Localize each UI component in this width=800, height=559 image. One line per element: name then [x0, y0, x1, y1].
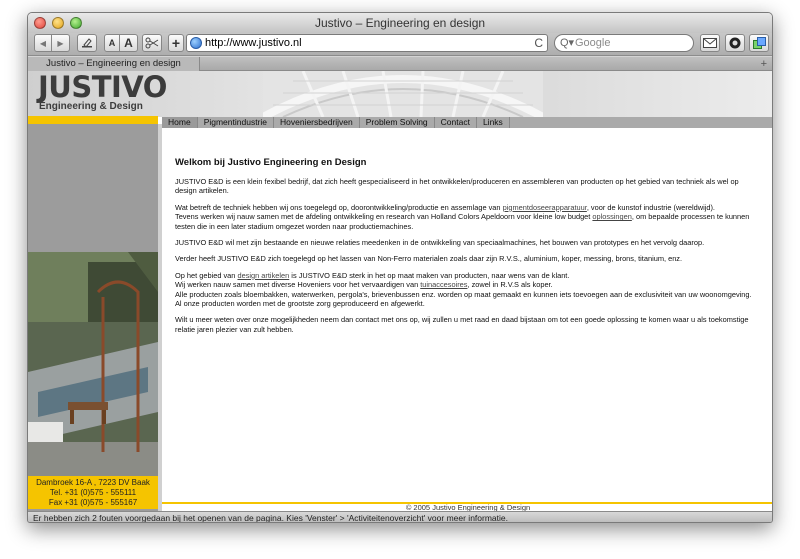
pages-button[interactable] — [749, 34, 769, 52]
oplossingen-link[interactable]: oplossingen — [592, 212, 631, 221]
address-street: Dambroek 16-A , 7223 DV Baak — [36, 478, 150, 487]
back-button[interactable]: ◀ — [34, 34, 52, 52]
techniek-paragraph: Wat betreft de techniek hebben wij ons t… — [175, 203, 762, 231]
techniek-text: Wat betreft de techniek hebben wij ons t… — [175, 202, 503, 212]
activity-button[interactable] — [725, 34, 745, 52]
browser-toolbar: ◀ ▶ A A + http://www.justivo.nl C Q▾ Goo… — [28, 33, 772, 56]
address-bar[interactable]: http://www.justivo.nl C — [186, 34, 548, 52]
edit-button[interactable] — [77, 34, 97, 52]
producten-text: Alle producten zoals bloembakken, waterw… — [175, 289, 752, 299]
address-fax: Fax +31 (0)575 - 555167 — [48, 498, 138, 507]
main-content: Welkom bij Justivo Engineering en Design… — [162, 128, 772, 511]
design-paragraph: Op het gebied van design artikelen is JU… — [175, 271, 762, 309]
main-nav: Home Pigmentindustrie Hoveniersbedrijven… — [162, 117, 772, 128]
search-icon: Q▾ — [560, 37, 575, 49]
yellow-accent-bar — [28, 116, 158, 124]
nav-home[interactable]: Home — [162, 117, 198, 128]
nav-pigmentindustrie[interactable]: Pigmentindustrie — [198, 117, 274, 128]
pigmentdoseerapparatuur-link[interactable]: pigmentdoseerapparatuur — [503, 203, 587, 212]
nav-links[interactable]: Links — [477, 117, 510, 128]
text-bigger-button[interactable]: A — [120, 34, 138, 52]
mail-page-button[interactable] — [700, 34, 720, 52]
reload-icon[interactable]: C — [534, 36, 543, 50]
hoveniers-text: Wij werken nauw samen met diverse Hoveni… — [175, 280, 421, 290]
address-phone: Tel. +31 (0)575 - 555111 — [49, 488, 137, 497]
nav-problem-solving[interactable]: Problem Solving — [360, 117, 435, 128]
back-arrow-icon: ◀ — [39, 38, 47, 48]
research-text: Tevens werken wij nauw samen met de afde… — [175, 212, 593, 222]
zorg-text: Al onze producten worden met de grootste… — [175, 299, 425, 309]
status-bar: Er hebben zich 2 fouten voorgedaan bij h… — [28, 511, 772, 522]
window-title: Justivo – Engineering en design — [314, 16, 486, 30]
tab-bar: Justivo – Engineering en design + — [28, 57, 772, 71]
hoveniers-text-end: , zowel in R.V.S als koper. — [467, 280, 553, 290]
snippet-button[interactable] — [142, 34, 162, 52]
new-tab-icon[interactable]: + — [761, 57, 767, 71]
globe-icon — [190, 37, 202, 49]
page-footer: © 2005 Justivo Engineering & Design — [162, 502, 772, 511]
search-input[interactable]: Q▾ Google — [554, 34, 694, 52]
scissors-icon — [145, 37, 159, 49]
add-bookmark-button[interactable]: + — [168, 34, 184, 52]
relaties-paragraph: JUSTIVO E&D wil met zijn bestaande en ni… — [175, 238, 705, 248]
forward-button[interactable]: ▶ — [52, 34, 70, 52]
search-placeholder: Google — [575, 37, 611, 49]
design-artikelen-link[interactable]: design artikelen — [237, 271, 289, 280]
envelope-icon — [703, 38, 717, 48]
techniek-text-end: , voor de kunstof industrie (wereldwijd)… — [586, 202, 715, 212]
justivo-logo[interactable]: JUSTIVO Engineering & Design — [38, 72, 167, 113]
tuinaccesoires-link[interactable]: tuinaccesoires — [420, 280, 467, 289]
text-smaller-button[interactable]: A — [104, 34, 120, 52]
tab-justivo[interactable]: Justivo – Engineering en design — [28, 57, 200, 71]
contact-paragraph: Wilt u meer weten over onze mogelijkhede… — [175, 315, 749, 334]
windows-icon — [752, 37, 766, 49]
page-viewport: JUSTIVO Engineering & Design Home Pigmen… — [28, 71, 772, 511]
nav-contact[interactable]: Contact — [435, 117, 477, 128]
design-text: Op het gebied van — [175, 270, 238, 280]
record-icon — [729, 37, 741, 49]
design-text-end: is JUSTIVO E&D sterk in het op maat make… — [289, 270, 570, 280]
title-bar[interactable]: Justivo – Engineering en design — [28, 13, 772, 33]
logo-subtitle: Engineering & Design — [39, 101, 143, 112]
pencil-icon — [82, 38, 92, 48]
nav-hoveniersbedrijven[interactable]: Hoveniersbedrijven — [274, 117, 360, 128]
browser-window: Justivo – Engineering en design ◀ ▶ A A … — [27, 12, 773, 523]
page-title: Welkom bij Justivo Engineering en Design — [175, 157, 367, 168]
site-header: JUSTIVO Engineering & Design — [28, 71, 772, 117]
logo-wordmark: JUSTIVO — [38, 71, 167, 104]
garden-photo — [28, 252, 158, 476]
lassen-paragraph: Verder heeft JUSTIVO E&D zich toegelegd … — [175, 254, 683, 264]
intro-paragraph: JUSTIVO E&D is een klein fexibel bedrijf… — [175, 177, 739, 196]
architecture-banner-image — [263, 71, 543, 117]
forward-arrow-icon: ▶ — [57, 38, 64, 48]
contact-address: Dambroek 16-A , 7223 DV Baak Tel. +31 (0… — [28, 476, 158, 509]
url-text: http://www.justivo.nl — [205, 37, 302, 49]
